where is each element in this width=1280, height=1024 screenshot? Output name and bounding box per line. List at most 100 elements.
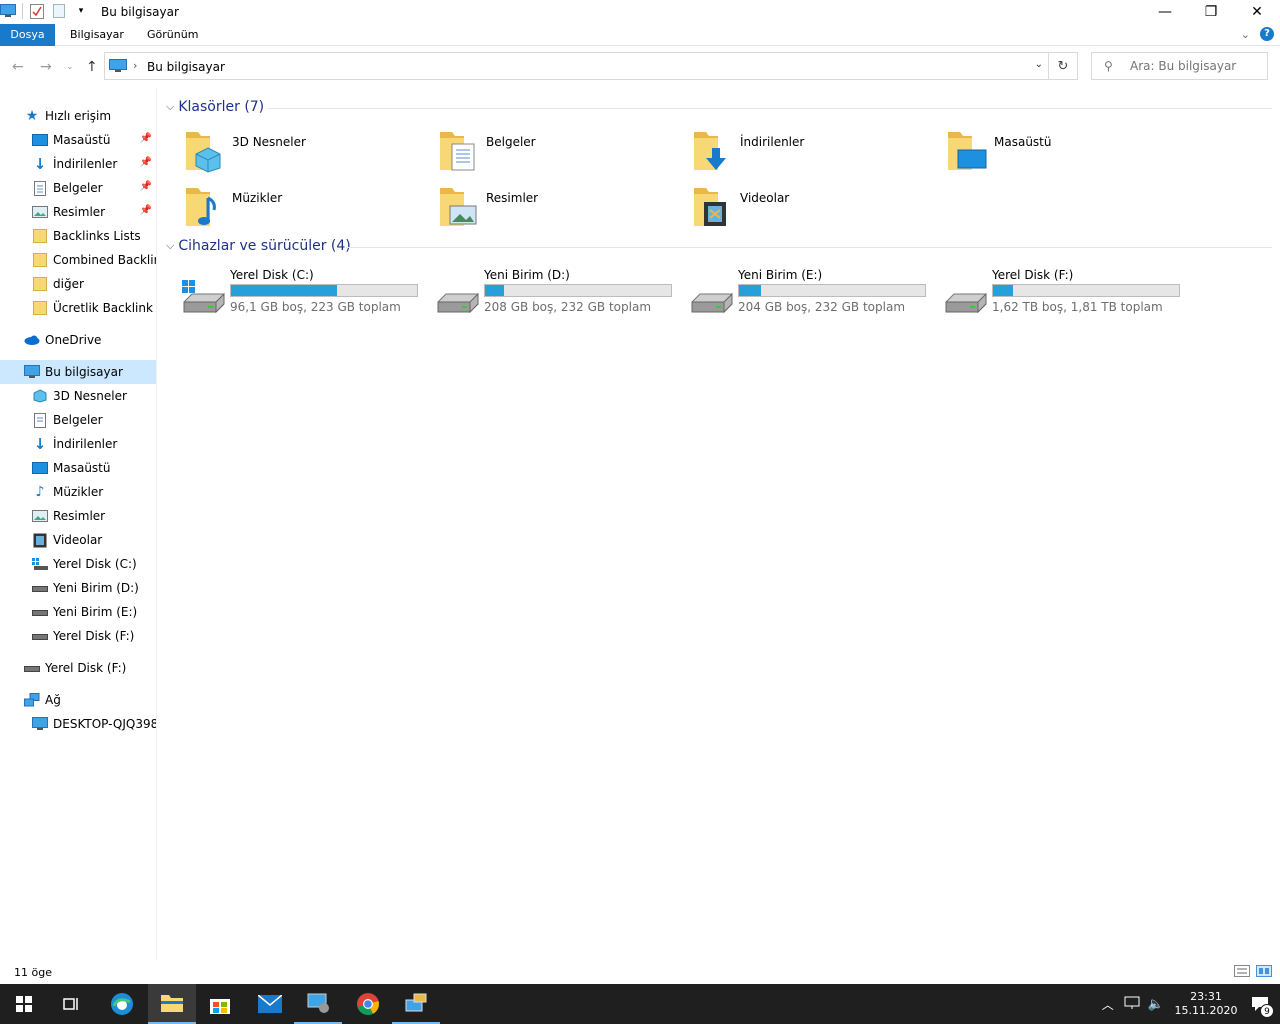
ribbon-expand-icon[interactable]: ⌄: [1241, 28, 1250, 41]
sidebar-item-drive-d[interactable]: Yeni Birim (D:): [0, 576, 156, 600]
drive-item[interactable]: Yeni Birim (E:) 204 GB boş, 232 GB toplam: [688, 268, 942, 324]
folder-downloads[interactable]: İndirilenler: [690, 128, 944, 184]
clock[interactable]: 23:31 15.11.2020: [1172, 990, 1240, 1018]
search-box[interactable]: ⚲: [1091, 52, 1268, 80]
sidebar-item-folder[interactable]: Ücretlik Backlink Analizi: [0, 296, 156, 320]
pin-icon[interactable]: 📌: [140, 157, 152, 168]
pin-icon[interactable]: 📌: [140, 133, 152, 144]
folder-3d-objects[interactable]: 3D Nesneler: [182, 128, 436, 184]
network-status-icon[interactable]: [1124, 996, 1140, 1013]
pin-icon[interactable]: 📌: [140, 181, 152, 192]
sidebar-item-desktop[interactable]: Masaüstü: [0, 456, 156, 480]
close-button[interactable]: ✕: [1234, 0, 1280, 24]
folder-label: Müzikler: [232, 191, 283, 205]
sidebar-item-3d-objects[interactable]: 3D Nesneler: [0, 384, 156, 408]
group-header-drives[interactable]: ⌵ Cihazlar ve sürücüler (4): [166, 238, 351, 254]
address-bar[interactable]: › Bu bilgisayar ⌄ ↻: [104, 52, 1078, 80]
drive-usage-bar: [992, 284, 1180, 297]
mail-button[interactable]: [246, 984, 294, 1024]
ribbon: Dosya Bilgisayar Görünüm ⌄ ?: [0, 24, 1280, 46]
sidebar-item-folder[interactable]: Combined Backlinks: [0, 248, 156, 272]
sidebar-item-network[interactable]: Ağ: [0, 688, 156, 712]
task-view-button[interactable]: [48, 984, 96, 1024]
sidebar-item-drive-e[interactable]: Yeni Birim (E:): [0, 600, 156, 624]
sidebar-item-documents[interactable]: Belgeler 📌: [0, 176, 156, 200]
folder-icon: [32, 252, 48, 268]
sidebar-item-quick-access[interactable]: ★ Hızlı erişim: [0, 104, 156, 128]
notification-center-button[interactable]: 9: [1240, 984, 1280, 1024]
sidebar-item-pictures[interactable]: Resimler 📌: [0, 200, 156, 224]
drive-label: Yeni Birim (E:): [738, 268, 823, 282]
sidebar-item-drive-c[interactable]: Yerel Disk (C:): [0, 552, 156, 576]
sidebar-item-label: Resimler: [53, 509, 106, 523]
tab-dosya[interactable]: Dosya: [0, 24, 55, 46]
refresh-button[interactable]: ↻: [1048, 53, 1077, 79]
sidebar-item-this-pc[interactable]: Bu bilgisayar: [0, 360, 156, 384]
sidebar-item-label: İndirilenler: [53, 437, 118, 451]
edge-button[interactable]: [98, 984, 146, 1024]
recent-locations-icon[interactable]: ⌄: [66, 62, 74, 72]
picture-icon: [32, 508, 48, 524]
drive-item[interactable]: Yerel Disk (C:) 96,1 GB boş, 223 GB topla…: [180, 268, 434, 324]
sidebar-item-folder[interactable]: diğer: [0, 272, 156, 296]
drive-item[interactable]: Yeni Birim (D:) 208 GB boş, 232 GB toplam: [434, 268, 688, 324]
volume-icon[interactable]: 🔈: [1148, 997, 1164, 1012]
sidebar-item-documents[interactable]: Belgeler: [0, 408, 156, 432]
tab-gorunum[interactable]: Görünüm: [135, 24, 210, 46]
folder-pictures[interactable]: Resimler: [436, 184, 690, 240]
folder-videos[interactable]: Videolar: [690, 184, 944, 240]
sidebar-item-downloads[interactable]: ↓ İndirilenler 📌: [0, 152, 156, 176]
folder-label: Resimler: [486, 191, 539, 205]
remote-desktop-icon: [405, 993, 427, 1012]
start-button[interactable]: [0, 984, 48, 1024]
qat-dropdown-icon[interactable]: ▾: [73, 3, 89, 19]
sidebar-item-folder[interactable]: Backlinks Lists: [0, 224, 156, 248]
folder-documents[interactable]: Belgeler: [436, 128, 690, 184]
sidebar-item-label: OneDrive: [45, 333, 102, 347]
folder-desktop[interactable]: Masaüstü: [944, 128, 1198, 184]
drive-usage-bar: [230, 284, 418, 297]
new-folder-icon[interactable]: [51, 3, 67, 19]
sidebar-item-label: Yerel Disk (C:): [53, 557, 137, 571]
computer-icon[interactable]: [0, 3, 16, 19]
sidebar-item-onedrive[interactable]: OneDrive: [0, 328, 156, 352]
remote-app-button[interactable]: [392, 984, 440, 1024]
maximize-button[interactable]: ❐: [1188, 0, 1234, 24]
back-icon[interactable]: ←: [12, 59, 24, 75]
help-icon[interactable]: ?: [1260, 27, 1274, 41]
network-app-button[interactable]: [294, 984, 342, 1024]
search-icon: ⚲: [1104, 59, 1113, 73]
address-dropdown-icon[interactable]: ⌄: [1035, 59, 1043, 70]
minimize-button[interactable]: —: [1142, 0, 1188, 24]
sidebar-item-label: Belgeler: [53, 181, 103, 195]
forward-icon[interactable]: →: [40, 59, 52, 75]
drive-icon: [945, 292, 987, 314]
group-header-folders[interactable]: ⌵ Klasörler (7): [166, 99, 264, 115]
up-icon[interactable]: ↑: [86, 59, 98, 75]
sidebar-item-videos[interactable]: Videolar: [0, 528, 156, 552]
sidebar-item-music[interactable]: ♪ Müzikler: [0, 480, 156, 504]
sidebar-item-downloads[interactable]: ↓ İndirilenler: [0, 432, 156, 456]
properties-icon[interactable]: [29, 3, 45, 19]
file-explorer-button[interactable]: [148, 984, 196, 1024]
chrome-button[interactable]: [344, 984, 392, 1024]
large-icons-view-icon[interactable]: [1256, 965, 1272, 980]
sidebar-item-desktop[interactable]: Masaüstü 📌: [0, 128, 156, 152]
store-button[interactable]: [196, 984, 244, 1024]
breadcrumb[interactable]: Bu bilgisayar: [147, 60, 225, 74]
folder-music[interactable]: Müzikler: [182, 184, 436, 240]
notification-badge: 9: [1260, 1004, 1274, 1018]
tab-bilgisayar[interactable]: Bilgisayar: [58, 24, 136, 46]
sidebar-item-desktop-pc[interactable]: DESKTOP-QJQ398Q: [0, 712, 156, 736]
sidebar-item-drive-f-root[interactable]: Yerel Disk (F:): [0, 656, 156, 680]
sidebar-item-pictures[interactable]: Resimler: [0, 504, 156, 528]
search-input[interactable]: [1130, 59, 1260, 73]
details-view-icon[interactable]: [1234, 965, 1250, 980]
quick-access-toolbar: ▾: [0, 3, 89, 19]
sidebar-item-drive-f[interactable]: Yerel Disk (F:): [0, 624, 156, 648]
chevron-up-icon[interactable]: ︿: [1102, 996, 1114, 1013]
download-icon: ↓: [33, 435, 47, 453]
drive-item[interactable]: Yerel Disk (F:) 1,62 TB boş, 1,81 TB topl…: [942, 268, 1196, 324]
pin-icon[interactable]: 📌: [140, 205, 152, 216]
pictures-folder-icon: [440, 188, 477, 226]
